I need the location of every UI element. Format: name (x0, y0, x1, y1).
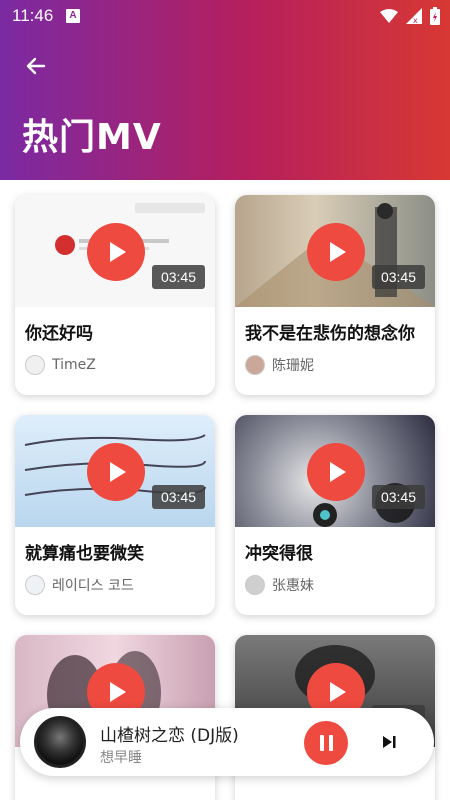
song-title: 山楂树之恋 (DJ版) (100, 726, 239, 746)
author-avatar (245, 355, 265, 375)
status-time: 11:46 (12, 6, 54, 25)
author-name: TimeZ (52, 357, 96, 373)
album-avatar[interactable] (34, 716, 86, 768)
mini-player[interactable]: 山楂树之恋 (DJ版) 想早睡 (20, 708, 434, 776)
system-icons: x (380, 7, 440, 25)
mv-author: TimeZ (25, 355, 96, 375)
mv-author: 陈珊妮 (245, 355, 314, 375)
author-name: 陈珊妮 (272, 358, 314, 374)
play-button[interactable] (307, 223, 365, 281)
play-button[interactable] (307, 443, 365, 501)
svg-text:x: x (413, 16, 418, 24)
mv-title: 就算痛也要微笑 (25, 544, 144, 564)
author-name: 张惠妹 (272, 578, 314, 594)
mv-card[interactable]: 03:45 冲突得很 张惠妹 (235, 415, 435, 615)
author-avatar (245, 575, 265, 595)
play-button[interactable] (87, 223, 145, 281)
battery-icon (430, 7, 440, 25)
song-artist: 想早睡 (100, 750, 142, 766)
mv-card[interactable]: 03:45 你还好吗 TimeZ (15, 195, 215, 395)
back-button[interactable] (18, 48, 54, 84)
skip-next-icon (383, 736, 396, 748)
mv-card[interactable]: 03:45 我不是在悲伤的想念你 陈珊妮 (235, 195, 435, 395)
next-button[interactable] (377, 730, 401, 754)
duration-badge: 03:45 (151, 265, 205, 289)
notification-a-icon: A (66, 9, 80, 23)
author-avatar (25, 575, 45, 595)
page-title: 热门MV (22, 117, 162, 158)
author-name: 레이디스 코드 (52, 578, 134, 594)
pause-button[interactable] (304, 721, 348, 765)
duration-badge: 03:45 (151, 485, 205, 509)
mv-title: 我不是在悲伤的想念你 (245, 324, 415, 344)
mv-grid: 03:45 你还好吗 TimeZ 03:45 我不是在悲伤的想念你 陈珊妮 03… (0, 180, 450, 800)
status-bar: 11:46 A x (0, 0, 450, 32)
duration-badge: 03:45 (371, 265, 425, 289)
arrow-left-icon (26, 57, 46, 75)
mv-card[interactable]: 03:45 就算痛也要微笑 레이디스 코드 (15, 415, 215, 615)
wifi-icon (380, 9, 398, 23)
mv-author: 张惠妹 (245, 575, 314, 595)
duration-badge: 03:45 (371, 485, 425, 509)
signal-icon: x (406, 8, 422, 24)
header-bar: 11:46 A x 热门MV (0, 0, 450, 180)
author-avatar (25, 355, 45, 375)
play-button[interactable] (87, 443, 145, 501)
mv-title: 你还好吗 (25, 324, 93, 344)
pause-icon (319, 735, 324, 751)
mv-author: 레이디스 코드 (25, 575, 134, 595)
pause-icon (328, 735, 333, 751)
mv-title: 冲突得很 (245, 544, 313, 564)
